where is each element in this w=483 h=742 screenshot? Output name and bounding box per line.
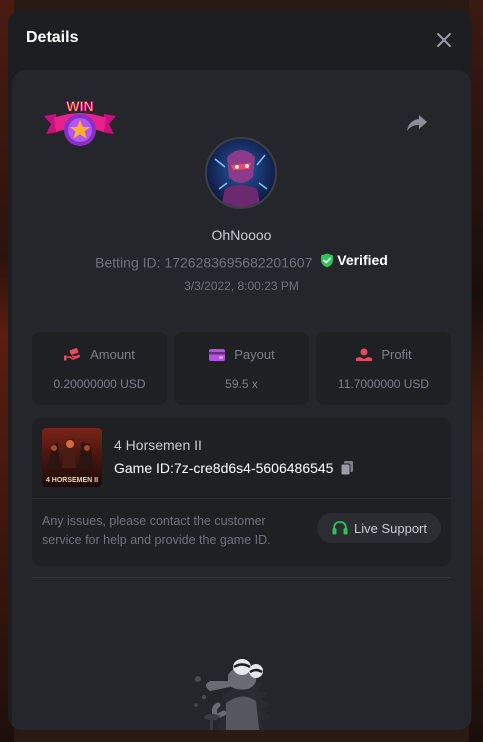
live-support-label: Live Support	[354, 520, 427, 536]
game-id-label: Game ID:	[114, 460, 174, 476]
profit-hand-icon	[356, 348, 373, 361]
game-panel: 4 HORSEMEN II 4 Horsemen II Game ID: 7z-…	[32, 418, 451, 566]
stat-profit-label: Profit	[381, 347, 412, 362]
username: OhNoooo	[211, 227, 272, 243]
close-button[interactable]	[434, 30, 454, 50]
bet-details-card: WIN OhNoooo Betting ID: 1726283695682201…	[12, 70, 471, 730]
stat-payout-value: 59.5 x	[225, 377, 258, 391]
stat-amount: Amount 0.20000000 USD	[32, 332, 167, 405]
verified-badge: Verified	[320, 252, 388, 268]
game-id-row: Game ID: 7z-cre8d6s4-5606486545	[114, 460, 355, 476]
game-id-value: 7z-cre8d6s4-5606486545	[173, 460, 334, 476]
modal-header: Details	[8, 10, 472, 70]
verified-label: Verified	[337, 252, 388, 268]
stat-payout-label: Payout	[234, 347, 275, 362]
stat-payout: Payout 59.5 x	[174, 332, 309, 405]
stat-profit-value: 11.7000000 USD	[337, 377, 430, 391]
section-divider	[32, 577, 451, 578]
headset-icon	[332, 521, 348, 535]
win-badge: WIN	[42, 96, 118, 150]
game-panel-divider	[32, 498, 451, 499]
crocodile-mascot-illustration	[182, 645, 294, 730]
betting-id-row: Betting ID: 1726283695682201607 Verified	[12, 252, 471, 271]
avatar	[205, 137, 277, 209]
share-icon	[407, 115, 427, 131]
close-icon	[437, 33, 451, 47]
betting-id-value: 1726283695682201607	[164, 254, 313, 271]
svg-text:WIN: WIN	[66, 98, 93, 114]
stat-amount-value: 0.20000000 USD	[53, 377, 146, 391]
copy-icon[interactable]	[339, 460, 355, 476]
issue-help-text: Any issues, please contact the customer …	[42, 514, 271, 547]
modal-title: Details	[26, 29, 79, 46]
game-name: 4 Horsemen II	[114, 437, 202, 453]
bet-datetime: 3/3/2022, 8:00:23 PM	[184, 279, 299, 293]
svg-text:4 HORSEMEN II: 4 HORSEMEN II	[46, 477, 98, 484]
stat-profit: Profit 11.7000000 USD	[316, 332, 451, 405]
wallet-card-icon	[209, 348, 226, 361]
live-support-button[interactable]: Live Support	[317, 513, 441, 543]
verified-shield-icon	[321, 253, 334, 267]
share-button[interactable]	[405, 112, 429, 134]
money-hand-icon	[64, 347, 81, 360]
betting-id-label: Betting ID:	[95, 254, 161, 271]
details-modal: Details WIN OhNoooo Betting ID: 17262836…	[8, 10, 472, 730]
stat-amount-label: Amount	[90, 347, 135, 362]
game-thumbnail[interactable]: 4 HORSEMEN II	[42, 428, 102, 487]
